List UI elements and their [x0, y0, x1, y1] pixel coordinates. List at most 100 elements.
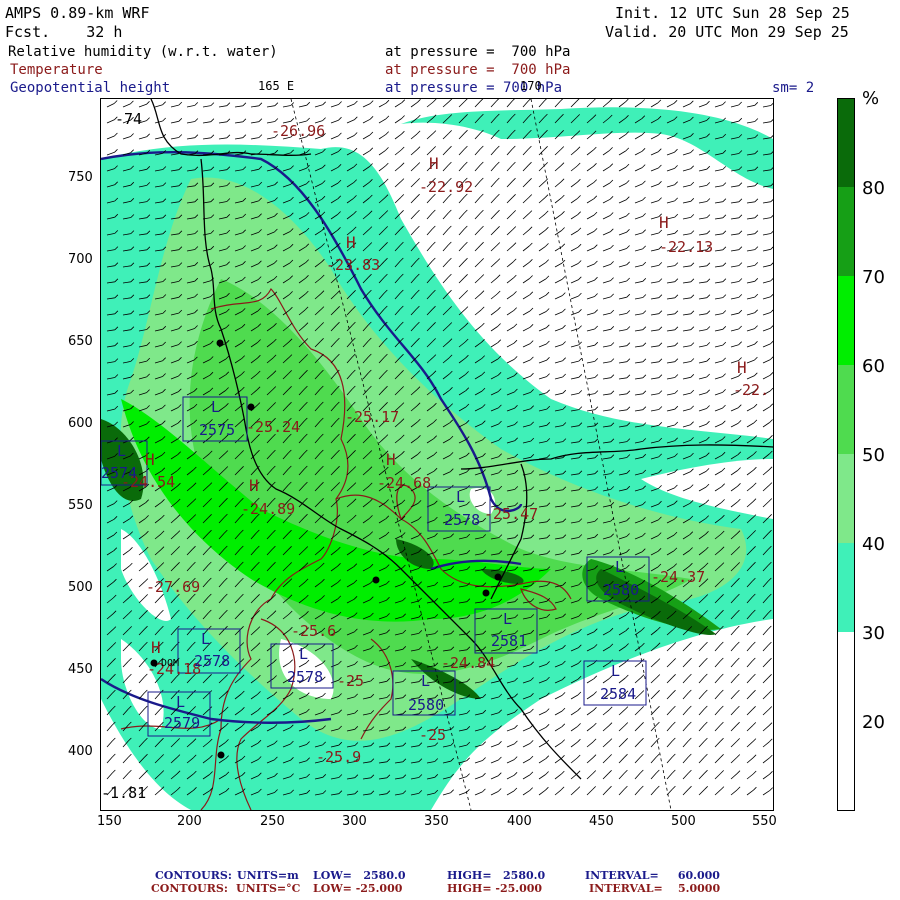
x-tick-label: 400 — [507, 814, 532, 829]
cbar-80 — [838, 99, 854, 187]
lon-label-left: 165 E — [258, 79, 295, 93]
high-marker: H — [737, 358, 747, 377]
low-marker: L — [299, 645, 309, 663]
footer-high: HIGH= -25.000 — [447, 882, 543, 895]
low-marker: L — [611, 662, 621, 680]
y-tick-label: 500 — [68, 580, 93, 595]
y-tick-label: 450 — [68, 662, 93, 677]
footer-low: LOW= -25.000 — [313, 882, 403, 895]
x-tick-label: 250 — [260, 814, 285, 829]
x-tick-label: 150 — [97, 814, 122, 829]
temp-label: -25.6 — [291, 622, 337, 640]
temp-label: -22.13 — [659, 238, 714, 256]
low-marker: L — [456, 488, 466, 506]
colorbar-label: 20 — [862, 712, 885, 733]
x-tick-label: 450 — [589, 814, 614, 829]
temp-label: -74 — [115, 110, 143, 128]
field3-name: Geopotential height — [10, 80, 171, 96]
colorbar-label: 40 — [862, 534, 885, 555]
temp-label: -24.68 — [377, 474, 432, 492]
height-label: 2584 — [600, 685, 637, 703]
temp-label: -25 — [419, 726, 447, 744]
height-label: 2579 — [164, 714, 201, 732]
y-tick-label: 650 — [68, 334, 93, 349]
footer-high: HIGH= 2580.0 — [447, 869, 546, 882]
field1-level: at pressure = 700 hPa — [385, 44, 571, 60]
low-marker: L — [201, 630, 211, 648]
low-marker: L — [503, 610, 513, 628]
cbar-20 — [838, 632, 854, 810]
colorbar-label: 30 — [862, 623, 885, 644]
footer-units: UNITS=m — [237, 869, 299, 882]
temp-label: -23.83 — [326, 256, 381, 274]
low-marker: L — [176, 693, 186, 711]
height-label: 2575 — [199, 421, 236, 439]
temp-label: -25 — [337, 672, 365, 690]
field2-level: at pressure = 700 hPa — [385, 62, 571, 78]
cbar-70 — [838, 187, 854, 276]
height-label: 2580 — [408, 696, 445, 714]
footer-low: LOW= 2580.0 — [313, 869, 406, 882]
footer-label: CONTOURS: — [151, 882, 228, 895]
temp-label: -24.37 — [651, 568, 706, 586]
temp-label: -27.69 — [146, 578, 201, 596]
temp-label: -24.89 — [241, 500, 296, 518]
x-tick-label: 200 — [177, 814, 202, 829]
y-tick-label: 700 — [68, 252, 93, 267]
low-marker: L — [117, 442, 127, 460]
y-tick-label: 550 — [68, 498, 93, 513]
y-tick-label: 750 — [68, 170, 93, 185]
footer-interval: INTERVAL= 60.000 — [585, 869, 720, 882]
height-label: 2578 — [444, 511, 481, 529]
temp-label: -22. — [733, 381, 770, 399]
footer-interval: INTERVAL= 5.0000 — [589, 882, 721, 895]
x-tick-label: 500 — [671, 814, 696, 829]
y-tick-label: 400 — [68, 744, 93, 759]
colorbar-label: 50 — [862, 445, 885, 466]
temp-label: -25.47 — [484, 505, 539, 523]
smoothing-label: sm= 2 — [772, 80, 815, 96]
field2-name: Temperature — [10, 62, 103, 78]
colorbar-label: 60 — [862, 356, 885, 377]
cbar-50 — [838, 365, 854, 454]
high-marker: H — [145, 450, 155, 469]
temp-label: -26.96 — [271, 122, 326, 140]
field1-name: Relative humidity (w.r.t. water) — [8, 44, 278, 60]
temp-label: -24.84 — [441, 654, 496, 672]
temp-label: -25.24 — [246, 418, 301, 436]
high-marker: H — [346, 233, 356, 252]
low-marker: L — [211, 398, 221, 416]
high-marker: H — [659, 213, 669, 232]
colorbar-label: 70 — [862, 267, 885, 288]
cbar-40 — [838, 454, 854, 543]
y-tick-label: 600 — [68, 416, 93, 431]
lon-label-right: 170 — [520, 79, 542, 93]
cbar-60 — [838, 276, 854, 365]
high-marker: H — [386, 450, 396, 469]
valid-time: Valid. 20 UTC Mon 29 Sep 25 — [605, 23, 849, 41]
colorbar — [837, 98, 855, 811]
init-time: Init. 12 UTC Sun 28 Sep 25 — [615, 4, 850, 22]
x-tick-label: 350 — [424, 814, 449, 829]
footer-label: CONTOURS: — [155, 869, 232, 882]
height-label: 2574 — [101, 464, 138, 482]
forecast-hour: Fcst. 32 h — [5, 23, 123, 41]
high-marker: H — [151, 638, 161, 657]
colorbar-unit: % — [862, 88, 880, 109]
temp-label: -22.92 — [419, 178, 474, 196]
map-label-layer: H H H H H H H H -26.96 -22.92 -23.83 -22… — [101, 99, 773, 810]
cbar-30 — [838, 543, 854, 632]
temp-label: -25.17 — [345, 408, 400, 426]
temp-label: -25.9 — [316, 748, 362, 766]
temp-label: -1.81 — [101, 784, 147, 802]
x-tick-label: 300 — [342, 814, 367, 829]
height-label: 2580 — [603, 581, 640, 599]
height-label: 2578 — [287, 668, 324, 686]
high-marker: H — [429, 154, 439, 173]
low-marker: L — [421, 672, 431, 690]
footer-units: UNITS=°C — [236, 882, 301, 895]
colorbar-label: 80 — [862, 178, 885, 199]
x-tick-label: 550 — [752, 814, 777, 829]
height-label: 2578 — [194, 652, 231, 670]
map-plot: H H H H H H H H -26.96 -22.92 -23.83 -22… — [100, 98, 774, 811]
